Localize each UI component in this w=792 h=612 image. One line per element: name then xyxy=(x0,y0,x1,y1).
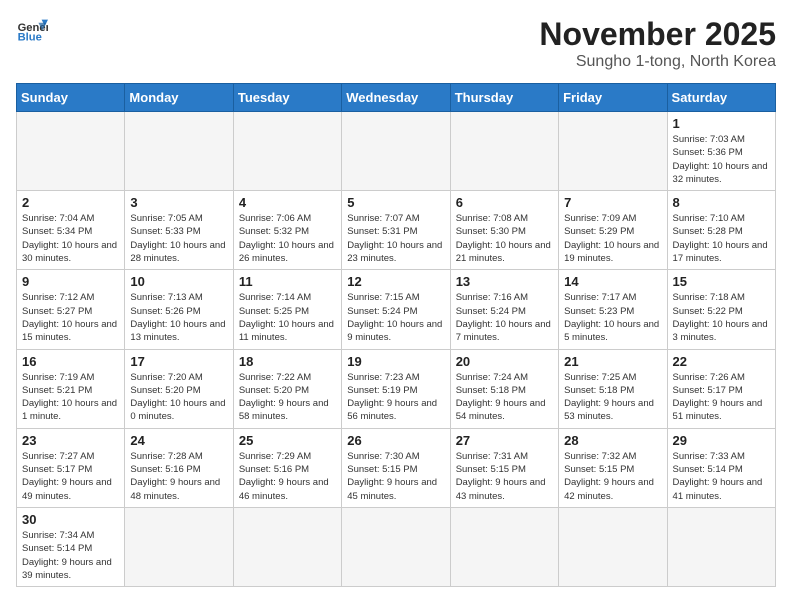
month-title: November 2025 xyxy=(539,16,776,53)
day-10: 10 Sunrise: 7:13 AM Sunset: 5:26 PM Dayl… xyxy=(125,270,233,349)
sunrise-label: Sunrise: xyxy=(673,134,708,145)
day-21: 21 Sunrise: 7:25 AM Sunset: 5:18 PM Dayl… xyxy=(559,349,667,428)
empty-cell xyxy=(342,112,450,191)
day-9: 9 Sunrise: 7:12 AM Sunset: 5:27 PM Dayli… xyxy=(17,270,125,349)
day-27: 27 Sunrise: 7:31 AM Sunset: 5:15 PM Dayl… xyxy=(450,428,558,507)
day-2: 2 Sunrise: 7:04 AM Sunset: 5:34 PM Dayli… xyxy=(17,191,125,270)
day-12: 12 Sunrise: 7:15 AM Sunset: 5:24 PM Dayl… xyxy=(342,270,450,349)
day-23: 23 Sunrise: 7:27 AM Sunset: 5:17 PM Dayl… xyxy=(17,428,125,507)
day-19: 19 Sunrise: 7:23 AM Sunset: 5:19 PM Dayl… xyxy=(342,349,450,428)
empty-cell xyxy=(233,112,341,191)
title-section: November 2025 Sungho 1-tong, North Korea xyxy=(539,16,776,71)
calendar-row-3: 9 Sunrise: 7:12 AM Sunset: 5:27 PM Dayli… xyxy=(17,270,776,349)
day-8: 8 Sunrise: 7:10 AM Sunset: 5:28 PM Dayli… xyxy=(667,191,775,270)
day-22: 22 Sunrise: 7:26 AM Sunset: 5:17 PM Dayl… xyxy=(667,349,775,428)
day-29: 29 Sunrise: 7:33 AM Sunset: 5:14 PM Dayl… xyxy=(667,428,775,507)
empty-cell xyxy=(125,507,233,586)
empty-cell xyxy=(559,507,667,586)
logo-icon: General Blue xyxy=(16,16,48,44)
day-4: 4 Sunrise: 7:06 AM Sunset: 5:32 PM Dayli… xyxy=(233,191,341,270)
location-subtitle: Sungho 1-tong, North Korea xyxy=(539,53,776,71)
day-18: 18 Sunrise: 7:22 AM Sunset: 5:20 PM Dayl… xyxy=(233,349,341,428)
day-20: 20 Sunrise: 7:24 AM Sunset: 5:18 PM Dayl… xyxy=(450,349,558,428)
calendar-row-5: 23 Sunrise: 7:27 AM Sunset: 5:17 PM Dayl… xyxy=(17,428,776,507)
header-friday: Friday xyxy=(559,84,667,112)
day-6: 6 Sunrise: 7:08 AM Sunset: 5:30 PM Dayli… xyxy=(450,191,558,270)
day-14: 14 Sunrise: 7:17 AM Sunset: 5:23 PM Dayl… xyxy=(559,270,667,349)
sunset-label: Sunset: xyxy=(673,147,705,158)
day-28: 28 Sunrise: 7:32 AM Sunset: 5:15 PM Dayl… xyxy=(559,428,667,507)
empty-cell xyxy=(450,507,558,586)
day-15: 15 Sunrise: 7:18 AM Sunset: 5:22 PM Dayl… xyxy=(667,270,775,349)
empty-cell xyxy=(559,112,667,191)
header-tuesday: Tuesday xyxy=(233,84,341,112)
calendar-row-1: 1 Sunrise: 7:03 AM Sunset: 5:36 PM Dayli… xyxy=(17,112,776,191)
header-monday: Monday xyxy=(125,84,233,112)
empty-cell xyxy=(125,112,233,191)
empty-cell xyxy=(667,507,775,586)
weekday-header-row: Sunday Monday Tuesday Wednesday Thursday… xyxy=(17,84,776,112)
logo: General Blue xyxy=(16,16,48,44)
day-3: 3 Sunrise: 7:05 AM Sunset: 5:33 PM Dayli… xyxy=(125,191,233,270)
calendar-table: Sunday Monday Tuesday Wednesday Thursday… xyxy=(16,83,776,587)
calendar-row-4: 16 Sunrise: 7:19 AM Sunset: 5:21 PM Dayl… xyxy=(17,349,776,428)
day-25: 25 Sunrise: 7:29 AM Sunset: 5:16 PM Dayl… xyxy=(233,428,341,507)
day-1: 1 Sunrise: 7:03 AM Sunset: 5:36 PM Dayli… xyxy=(667,112,775,191)
empty-cell xyxy=(342,507,450,586)
day-13: 13 Sunrise: 7:16 AM Sunset: 5:24 PM Dayl… xyxy=(450,270,558,349)
header-saturday: Saturday xyxy=(667,84,775,112)
day-5: 5 Sunrise: 7:07 AM Sunset: 5:31 PM Dayli… xyxy=(342,191,450,270)
empty-cell xyxy=(233,507,341,586)
header-thursday: Thursday xyxy=(450,84,558,112)
day-30: 30 Sunrise: 7:34 AM Sunset: 5:14 PM Dayl… xyxy=(17,507,125,586)
day-24: 24 Sunrise: 7:28 AM Sunset: 5:16 PM Dayl… xyxy=(125,428,233,507)
header-sunday: Sunday xyxy=(17,84,125,112)
day-11: 11 Sunrise: 7:14 AM Sunset: 5:25 PM Dayl… xyxy=(233,270,341,349)
page-header: General Blue November 2025 Sungho 1-tong… xyxy=(16,16,776,71)
svg-text:Blue: Blue xyxy=(18,31,42,43)
day-26: 26 Sunrise: 7:30 AM Sunset: 5:15 PM Dayl… xyxy=(342,428,450,507)
day-16: 16 Sunrise: 7:19 AM Sunset: 5:21 PM Dayl… xyxy=(17,349,125,428)
empty-cell xyxy=(17,112,125,191)
day-17: 17 Sunrise: 7:20 AM Sunset: 5:20 PM Dayl… xyxy=(125,349,233,428)
calendar-row-2: 2 Sunrise: 7:04 AM Sunset: 5:34 PM Dayli… xyxy=(17,191,776,270)
empty-cell xyxy=(450,112,558,191)
calendar-row-6: 30 Sunrise: 7:34 AM Sunset: 5:14 PM Dayl… xyxy=(17,507,776,586)
header-wednesday: Wednesday xyxy=(342,84,450,112)
day-7: 7 Sunrise: 7:09 AM Sunset: 5:29 PM Dayli… xyxy=(559,191,667,270)
